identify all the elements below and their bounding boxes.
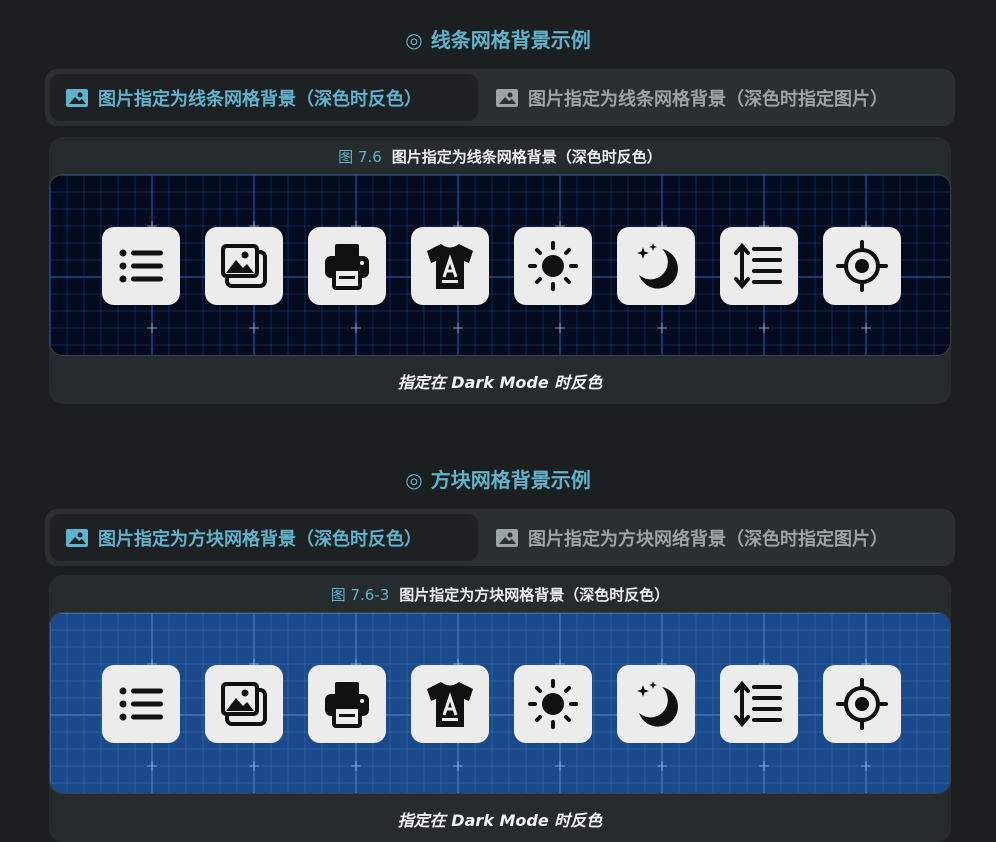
tab-label: 图片指定为线条网格背景（深色时指定图片） [528, 88, 888, 110]
t-shirt-icon [411, 665, 489, 743]
figure-caption-text: 图片指定为方块网格背景（深色时反色） [399, 586, 670, 604]
t-shirt-icon [411, 227, 489, 305]
image-icon [496, 88, 518, 107]
crosshair-icon [823, 665, 901, 743]
figure-caption: 图 7.6 图片指定为线条网格背景（深色时反色） [49, 146, 951, 167]
image-gallery-icon [205, 227, 283, 305]
sun-icon [514, 227, 592, 305]
section-heading: ◎ 线条网格背景示例 [0, 24, 996, 53]
section-heading: ◎ 方块网格背景示例 [0, 464, 996, 493]
figure-card: 图 7.6 图片指定为线条网格背景（深色时反色） 指定在 Dark Mode 时反… [49, 137, 951, 404]
sun-icon [514, 665, 592, 743]
line-height-icon [720, 227, 798, 305]
tab-label: 图片指定为方块网格背景（深色时反色） [98, 528, 422, 550]
tab-bar: 图片指定为线条网格背景（深色时反色） 图片指定为线条网格背景（深色时指定图片） [45, 69, 955, 126]
figure-caption-text: 图片指定为线条网格背景（深色时反色） [391, 148, 662, 166]
tab-specify-image[interactable]: 图片指定为方块网络背景（深色时指定图片） [490, 514, 950, 561]
printer-icon [308, 665, 386, 743]
icon-row [102, 227, 901, 305]
figure-footnote: 指定在 Dark Mode 时反色 [397, 811, 603, 830]
crosshair-icon [823, 227, 901, 305]
list-icon [102, 227, 180, 305]
image-gallery-icon [205, 665, 283, 743]
target-mark: ◎ [405, 28, 423, 52]
figure-number: 图 7.6 [338, 148, 382, 166]
image-icon [496, 528, 518, 547]
tab-label: 图片指定为方块网络背景（深色时指定图片） [528, 528, 888, 550]
figure-number: 图 7.6-3 [330, 586, 390, 604]
section-heading-text: 线条网格背景示例 [430, 28, 591, 52]
block-grid-image [49, 612, 951, 794]
tab-bar: 图片指定为方块网格背景（深色时反色） 图片指定为方块网络背景（深色时指定图片） [45, 509, 955, 566]
icon-row [102, 665, 901, 743]
line-grid-image [49, 174, 951, 356]
figure-card: 图 7.6-3 图片指定为方块网格背景（深色时反色） 指定在 Dark Mode … [49, 575, 951, 842]
tab-invert-dark[interactable]: 图片指定为方块网格背景（深色时反色） [50, 514, 478, 561]
figure-caption: 图 7.6-3 图片指定为方块网格背景（深色时反色） [49, 584, 951, 605]
tab-specify-image[interactable]: 图片指定为线条网格背景（深色时指定图片） [490, 74, 950, 121]
section-heading-text: 方块网格背景示例 [430, 468, 591, 492]
moon-stars-icon [617, 227, 695, 305]
list-icon [102, 665, 180, 743]
target-mark: ◎ [405, 468, 423, 492]
tab-invert-dark[interactable]: 图片指定为线条网格背景（深色时反色） [50, 74, 478, 121]
tab-label: 图片指定为线条网格背景（深色时反色） [98, 88, 422, 110]
image-icon [66, 528, 88, 547]
printer-icon [308, 227, 386, 305]
moon-stars-icon [617, 665, 695, 743]
image-icon [66, 88, 88, 107]
figure-footnote: 指定在 Dark Mode 时反色 [397, 373, 603, 392]
line-height-icon [720, 665, 798, 743]
